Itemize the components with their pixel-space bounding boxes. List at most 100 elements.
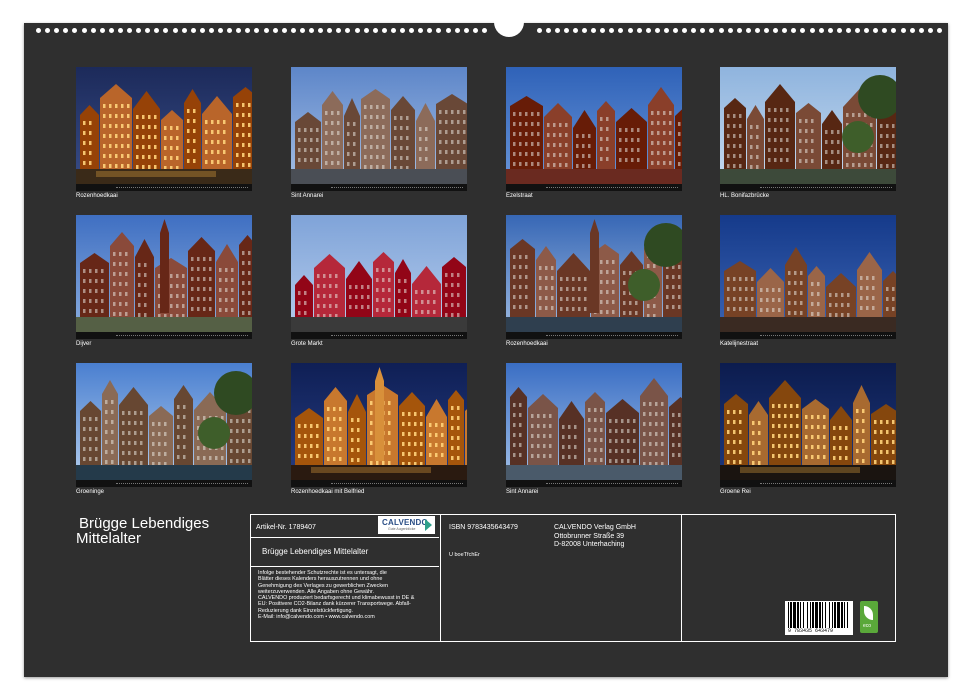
binding-hole — [582, 28, 587, 33]
binding-hole — [372, 28, 378, 33]
barcode-bar — [841, 602, 843, 628]
barcode-bar — [790, 602, 792, 628]
hanger-notch — [494, 17, 524, 37]
photo-month-strip — [76, 184, 252, 191]
calvendo-mark-icon — [425, 519, 432, 531]
barcode-bar — [822, 602, 823, 628]
binding-hole — [245, 28, 251, 33]
photo-caption: Katelijnestraat — [720, 341, 759, 347]
eco-label-text: eco — [863, 623, 872, 629]
publisher-line: CALVENDO Verlag GmbH — [554, 524, 636, 531]
barcode-bar — [847, 602, 848, 628]
photo-month-strip — [291, 184, 467, 191]
eco-label: eco — [860, 601, 878, 633]
calendar-photo — [720, 363, 896, 487]
photo-image — [291, 363, 467, 487]
binding-hole — [873, 28, 879, 33]
binding-hole — [190, 28, 196, 33]
binding-hole — [445, 28, 451, 33]
calendar-title-line1: Brügge Lebendiges — [79, 515, 210, 532]
binding-hole — [36, 28, 41, 33]
binding-hole — [563, 28, 569, 33]
calendar-title: Brügge Lebendiges Mittelalter — [76, 516, 209, 546]
publisher-address: CALVENDO Verlag GmbH Ottobrunner Straße 3… — [554, 524, 636, 550]
photo-caption: Sint Annarei — [291, 193, 324, 199]
binding-hole — [381, 28, 387, 33]
photo-caption: Ezelstraat — [506, 193, 533, 199]
binding-hole — [609, 28, 615, 33]
photo-image — [291, 67, 467, 191]
binding-hole — [827, 28, 833, 33]
legal-line: EU: Positivere CO2-Bilanz dank kürzerer … — [258, 601, 411, 608]
barcode-bar — [788, 602, 789, 628]
calendar-photo — [720, 215, 896, 339]
binding-hole — [918, 28, 924, 33]
legal-line: E-Mail: info@calvendo.com • www.calvendo… — [258, 614, 375, 621]
calvendo-logo: CALVENDO Gute Augenblicke — [378, 516, 435, 534]
barcode-bar — [819, 602, 821, 628]
photo-month-strip — [291, 332, 467, 339]
binding-hole — [427, 28, 433, 33]
legal-text: Infolge bestehender Schutzrechte ist es … — [258, 570, 414, 620]
photo-image — [720, 363, 896, 487]
product-title: Brügge Lebendiges Mittelalter — [262, 547, 369, 556]
photo-image — [506, 67, 682, 191]
barcode-bars — [788, 602, 848, 628]
binding-hole — [791, 28, 797, 33]
barcode-bar — [837, 602, 840, 628]
binding-hole — [809, 28, 815, 33]
binding-hole — [727, 28, 733, 33]
binding-hole — [764, 28, 769, 33]
leaf-icon — [864, 606, 873, 620]
photo-day-dots — [331, 335, 463, 337]
photo-image — [76, 67, 252, 191]
photo-day-dots — [331, 483, 463, 485]
binding-hole — [682, 28, 688, 33]
binding-hole — [390, 28, 396, 33]
calendar-photo — [506, 215, 682, 339]
photo-caption: Groeninge — [76, 489, 105, 495]
photo-month-strip — [720, 332, 896, 339]
binding-hole — [263, 28, 269, 33]
barcode-bar — [807, 602, 808, 628]
binding-hole — [736, 28, 742, 33]
barcode-bar — [832, 602, 833, 628]
photo-caption: Sint Annarei — [506, 489, 539, 495]
binding-hole — [481, 28, 487, 33]
photo-month-strip — [291, 480, 467, 487]
binding-hole — [63, 28, 69, 33]
calendar-photo — [291, 363, 467, 487]
binding-hole — [54, 28, 60, 33]
barcode-bar — [800, 602, 801, 628]
barcode-bar — [797, 602, 799, 628]
photo-image — [506, 215, 682, 339]
binding-hole — [627, 28, 633, 33]
photo-caption: Rozenhoedkaai — [506, 341, 548, 347]
photo-month-strip — [720, 480, 896, 487]
photo-day-dots — [116, 187, 248, 189]
photo-month-strip — [76, 332, 252, 339]
binding-hole — [800, 28, 806, 33]
binding-hole — [354, 28, 360, 33]
binding-hole — [299, 28, 305, 33]
photo-image — [506, 363, 682, 487]
binding-hole — [218, 28, 223, 33]
binding-hole — [700, 28, 706, 33]
photo-caption: Grote Markt — [291, 341, 323, 347]
calendar-photo — [506, 67, 682, 191]
photo-day-dots — [331, 187, 463, 189]
photo-day-dots — [760, 187, 892, 189]
publisher-line: Ottobrunner Straße 39 — [554, 532, 625, 540]
photo-caption: Rozenhoedkaai — [76, 193, 118, 199]
photo-month-strip — [506, 332, 682, 339]
binding-hole — [709, 28, 715, 33]
binding-hole — [81, 28, 87, 33]
binding-hole — [836, 28, 842, 33]
binding-hole — [545, 28, 551, 33]
binding-hole — [199, 28, 205, 33]
binding-hole — [236, 28, 242, 33]
binding-hole — [645, 28, 651, 33]
binding-hole — [272, 28, 278, 33]
binding-hole — [718, 28, 724, 33]
binding-hole — [773, 28, 779, 33]
